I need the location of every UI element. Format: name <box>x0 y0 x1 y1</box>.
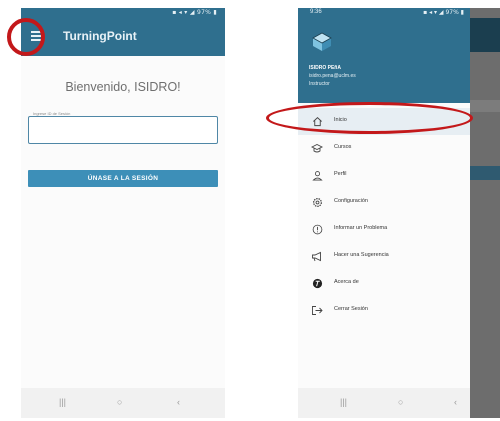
drawer-menu: Inicio Cursos Perfil Configuración Infor… <box>298 108 470 324</box>
drawer-item-label: Acerca de <box>334 279 359 285</box>
drawer-item-label: Perfil <box>334 171 347 177</box>
turningpoint-logo-icon <box>310 276 324 290</box>
join-session-button[interactable]: ÚNASE A LA SESIÓN <box>28 170 218 187</box>
alert-circle-icon <box>310 222 324 236</box>
drawer-item-label: Cerrar Sesión <box>334 306 368 312</box>
drawer-header: 9:36 ▪ ◂ ▾ ◢ 97% ▮ ISIDRO PEñA isidro.pe… <box>298 8 470 103</box>
status-icons: ▪ ◂ ▾ ◢ 97% ▮ <box>172 9 217 16</box>
drawer-item-label: Cursos <box>334 144 352 150</box>
megaphone-icon <box>310 249 324 263</box>
drawer-item-informar-problema[interactable]: Informar un Problema <box>298 216 470 243</box>
recent-apps-icon[interactable]: ||| <box>59 397 66 407</box>
drawer-item-label: Configuración <box>334 198 368 204</box>
drawer-item-acerca-de[interactable]: Acerca de <box>298 270 470 297</box>
scrim-overlay[interactable] <box>470 8 500 418</box>
system-nav-bar: ||| ○ ‹ <box>298 388 470 418</box>
scrim-appbar <box>470 18 500 52</box>
app-bar: TurningPoint <box>21 18 225 56</box>
session-id-input[interactable] <box>28 116 218 144</box>
drawer-item-label: Hacer una Sugerencia <box>334 252 389 258</box>
status-bar: ▪ ◂ ▾ ◢ 97% ▮ <box>21 8 225 18</box>
phone-screen-home: ▪ ◂ ▾ ◢ 97% ▮ TurningPoint Bienvenido, I… <box>21 8 225 418</box>
logout-icon <box>310 303 324 317</box>
app-title: TurningPoint <box>63 29 137 43</box>
drawer-item-cursos[interactable]: Cursos <box>298 135 470 162</box>
turningpoint-cube-icon <box>312 32 332 51</box>
home-circle-icon[interactable]: ○ <box>117 397 122 407</box>
status-icons: ▪ ◂ ▾ ◢ 97% ▮ <box>423 9 464 16</box>
system-nav-bar: ||| ○ ‹ <box>21 388 225 418</box>
drawer-item-configuracion[interactable]: Configuración <box>298 189 470 216</box>
session-id-label: Ingrese ID de Sesión <box>31 111 73 116</box>
back-icon[interactable]: ‹ <box>454 397 457 407</box>
drawer-item-cerrar-sesion[interactable]: Cerrar Sesión <box>298 297 470 324</box>
scrim-button <box>470 166 500 180</box>
person-icon <box>310 168 324 182</box>
scrim-input <box>470 100 500 112</box>
status-time: 9:36 <box>310 9 322 15</box>
user-name: ISIDRO PEñA <box>309 65 341 71</box>
welcome-text: Bienvenido, ISIDRO! <box>65 80 181 94</box>
user-role: Instructor <box>309 81 330 87</box>
back-icon[interactable]: ‹ <box>177 397 180 407</box>
annotation-circle-menu <box>7 18 45 56</box>
annotation-ellipse-inicio <box>266 102 473 134</box>
gear-icon <box>310 195 324 209</box>
drawer-item-perfil[interactable]: Perfil <box>298 162 470 189</box>
home-circle-icon[interactable]: ○ <box>398 397 403 407</box>
drawer-item-sugerencia[interactable]: Hacer una Sugerencia <box>298 243 470 270</box>
phone-screen-drawer: 9:36 ▪ ◂ ▾ ◢ 97% ▮ ISIDRO PEñA isidro.pe… <box>298 8 500 418</box>
drawer-item-label: Informar un Problema <box>334 225 388 231</box>
user-email: isidro.pena@uclm.es <box>309 73 356 79</box>
recent-apps-icon[interactable]: ||| <box>340 397 347 407</box>
graduation-cap-icon <box>310 141 324 155</box>
